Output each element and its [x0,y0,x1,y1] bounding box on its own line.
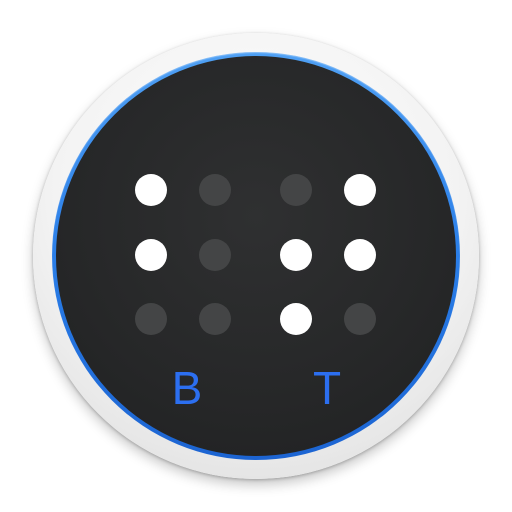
icon-face [56,56,456,456]
braille-dot-t-2 [280,239,312,271]
app-icon: B T [0,0,512,512]
braille-dot-b-4 [199,174,231,206]
braille-dot-t-1 [280,174,312,206]
braille-dot-b-1 [135,174,167,206]
braille-dot-t-4 [344,174,376,206]
braille-dot-t-6 [344,303,376,335]
braille-dot-b-6 [199,303,231,335]
braille-dot-t-5 [344,239,376,271]
braille-dot-b-2 [135,239,167,271]
braille-letter-b: B [171,362,203,414]
braille-dot-b-3 [135,303,167,335]
braille-dot-b-5 [199,239,231,271]
braille-letter-t: T [312,362,342,414]
braille-dot-t-3 [280,303,312,335]
